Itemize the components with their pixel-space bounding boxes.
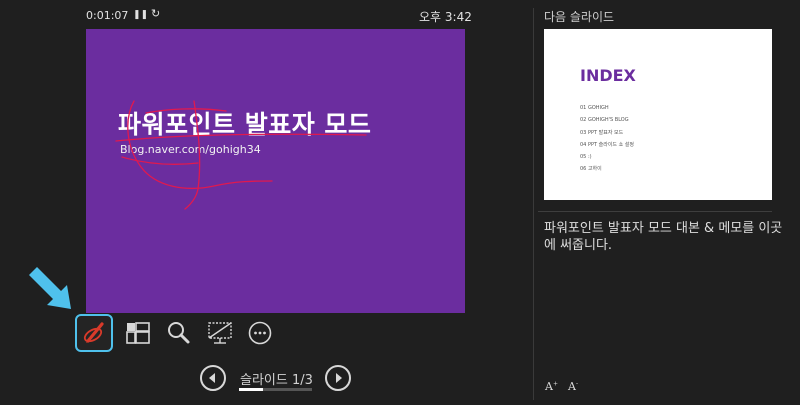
index-item: 03 PPT 발표자 모드 xyxy=(580,129,624,136)
next-arrow-icon xyxy=(336,373,342,383)
slide-counter: 슬라이드 1/3 xyxy=(240,373,313,388)
index-item: 04 PPT 슬라이드 쇼 설정 xyxy=(580,141,635,148)
more-icon xyxy=(248,321,272,345)
slide-progress-fill xyxy=(239,388,264,391)
pen-icon xyxy=(83,322,104,343)
next-slide-index-list: 01 GOHIGH 02 GOHIGH'S BLOG 03 PPT 발표자 모드… xyxy=(580,102,634,176)
previous-slide-button[interactable] xyxy=(200,365,226,391)
next-slide-preview[interactable]: INDEX 01 GOHIGH 02 GOHIGH'S BLOG 03 PPT … xyxy=(544,29,772,200)
next-slide-title: INDEX xyxy=(580,66,636,85)
slide-progress-bar xyxy=(239,388,312,391)
index-item: 05 :) xyxy=(580,154,592,161)
current-slide[interactable]: 파워포인트 발표자 모드 Blog.naver.com/gohigh34 xyxy=(86,29,465,313)
more-options-button[interactable] xyxy=(243,316,281,354)
index-item: 06 고하이 xyxy=(580,166,602,173)
decrease-font-button[interactable]: A- xyxy=(568,380,578,393)
index-item: 02 GOHIGH'S BLOG xyxy=(580,117,629,124)
increase-font-button[interactable]: A+ xyxy=(545,380,558,393)
pointer-arrow-icon xyxy=(29,267,71,309)
grid-icon xyxy=(126,322,150,344)
screen-icon xyxy=(208,322,232,344)
prev-arrow-icon xyxy=(209,373,215,383)
pause-button[interactable]: ❚❚ xyxy=(133,10,148,20)
index-item: 01 GOHIGH xyxy=(580,105,609,111)
panel-divider[interactable] xyxy=(533,8,534,400)
see-all-slides-button[interactable] xyxy=(121,316,159,354)
next-slide-button[interactable] xyxy=(325,365,351,391)
zoom-button[interactable] xyxy=(162,316,200,354)
magnifier-icon xyxy=(168,322,190,344)
notes-divider xyxy=(538,211,772,212)
black-screen-button[interactable] xyxy=(203,316,241,354)
next-slide-label: 다음 슬라이드 xyxy=(544,10,615,24)
elapsed-timer: 0:01:07 xyxy=(86,9,129,22)
restart-button[interactable]: ↻ xyxy=(151,7,160,20)
speaker-notes[interactable]: 파워포인트 발표자 모드 대본 & 메모를 이곳에 써줍니다. xyxy=(544,220,784,254)
ink-annotation xyxy=(115,100,367,210)
pen-tool-button[interactable] xyxy=(75,314,113,352)
current-time: 오후 3:42 xyxy=(419,10,472,24)
